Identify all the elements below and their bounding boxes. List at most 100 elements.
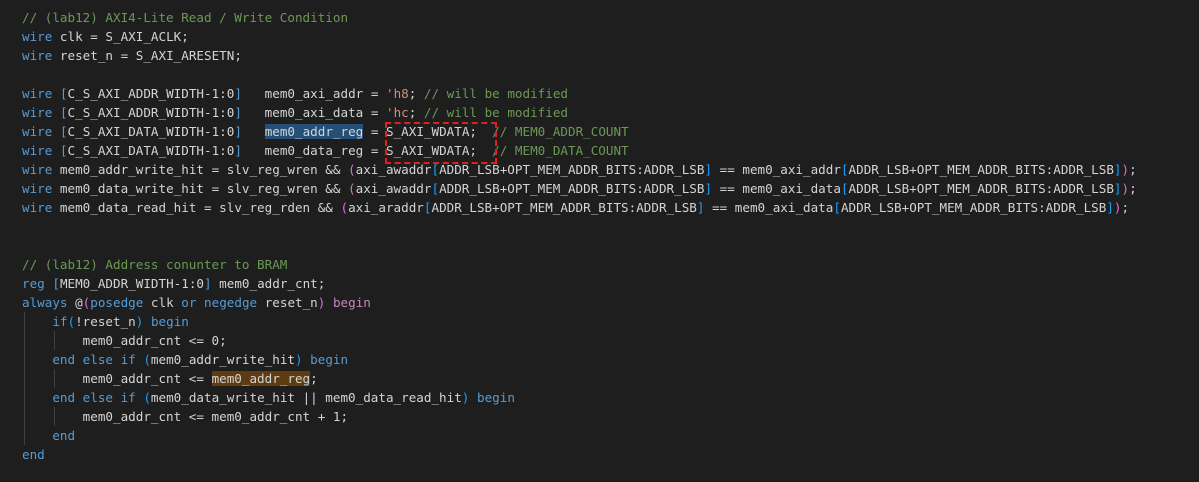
code-token-ident: mem0_addr_write_hit = slv_reg_wren &&	[52, 162, 349, 177]
code-token-ident: mem0_data_write_hit || mem0_data_read_hi…	[150, 390, 462, 405]
code-token-bracket3: (	[67, 314, 76, 329]
code-token-keyword: if	[22, 314, 68, 329]
code-line[interactable]: wire reset_n = S_AXI_ARESETN;	[22, 46, 1199, 65]
code-token-ident	[52, 105, 60, 120]
code-token-ident: C_S_AXI_ADDR_WIDTH-1:0	[67, 105, 235, 120]
code-token-ident: C_S_AXI_DATA_WIDTH-1:0	[67, 124, 235, 139]
code-token-bracket3: [	[431, 162, 440, 177]
code-token-keyword: wire	[22, 200, 53, 215]
code-line[interactable]: end	[22, 445, 1199, 464]
code-token-ident: !reset_n	[75, 314, 136, 329]
code-token-ident	[196, 295, 204, 310]
indent-guide	[54, 331, 55, 350]
code-token-keyword: always	[22, 295, 68, 310]
code-line[interactable]: wire [C_S_AXI_DATA_WIDTH-1:0] mem0_addr_…	[22, 122, 1199, 141]
code-token-keyword: negedge	[204, 295, 258, 310]
code-token-ident: ADDR_LSB+OPT_MEM_ADDR_BITS:ADDR_LSB	[431, 200, 697, 215]
code-token-bracket3: [	[840, 162, 849, 177]
code-token-string: 'h8	[386, 86, 409, 101]
code-token-ident: == mem0_axi_data	[704, 200, 834, 215]
code-token-bracket: ]	[234, 86, 242, 101]
code-token-bracket: ]	[234, 143, 242, 158]
code-token-comment: // MEM0_ADDR_COUNT	[492, 124, 629, 139]
code-token-ident	[52, 86, 60, 101]
code-token-ident: mem0_addr_cnt <= mem0_addr_cnt + 1;	[22, 409, 349, 424]
code-line[interactable]: end else if (mem0_addr_write_hit) begin	[22, 350, 1199, 369]
code-token-bracket: [	[52, 276, 60, 291]
code-token-bracket3: ]	[1113, 162, 1122, 177]
code-line[interactable]: reg [MEM0_ADDR_WIDTH-1:0] mem0_addr_cnt;	[22, 274, 1199, 293]
code-line[interactable]: // (lab12) Address conunter to BRAM	[22, 255, 1199, 274]
code-token-bracket3: ]	[1106, 200, 1114, 215]
code-token-keyword: begin	[150, 314, 189, 329]
indent-guide	[24, 407, 25, 426]
code-token-comment: // will be modified	[423, 86, 568, 101]
code-token-keyword: wire	[22, 181, 53, 196]
code-token-ident: mem0_axi_data =	[241, 105, 386, 120]
code-line[interactable]: wire [C_S_AXI_DATA_WIDTH-1:0] mem0_data_…	[22, 141, 1199, 160]
code-line[interactable]: wire clk = S_AXI_ACLK;	[22, 27, 1199, 46]
indent-guide	[24, 388, 25, 407]
code-line[interactable]: wire mem0_addr_write_hit = slv_reg_wren …	[22, 160, 1199, 179]
code-line[interactable]: end else if (mem0_data_write_hit || mem0…	[22, 388, 1199, 407]
code-token-keyword: end else if	[22, 352, 136, 367]
code-token-ident: ;	[408, 105, 424, 120]
code-token-ident: ;	[1129, 181, 1137, 196]
code-token-ident: ADDR_LSB+OPT_MEM_ADDR_BITS:ADDR_LSB	[840, 200, 1107, 215]
code-line[interactable]	[22, 65, 1199, 84]
code-token-bracket3: [	[833, 200, 841, 215]
code-token-keyword: wire	[22, 143, 53, 158]
code-token-bracket3: )	[294, 352, 303, 367]
code-token-keyword: wire	[22, 105, 53, 120]
code-token-ident: C_S_AXI_DATA_WIDTH-1:0	[67, 143, 235, 158]
code-line[interactable]: // (lab12) AXI4-Lite Read / Write Condit…	[22, 8, 1199, 27]
code-editor[interactable]: // (lab12) AXI4-Lite Read / Write Condit…	[22, 8, 1199, 464]
code-token-keyword: reg	[22, 276, 45, 291]
code-token-bracket3: ]	[1113, 181, 1122, 196]
indent-guide	[24, 426, 25, 445]
code-token-ident	[52, 143, 60, 158]
code-token-bracket2: )	[1121, 181, 1130, 196]
code-token-ident: axi_awaddr	[355, 181, 432, 196]
code-token-keyword: begin	[476, 390, 515, 405]
code-token-keyword: end	[22, 428, 76, 443]
code-line[interactable]: wire [C_S_AXI_ADDR_WIDTH-1:0] mem0_axi_a…	[22, 84, 1199, 103]
code-line[interactable]: end	[22, 426, 1199, 445]
code-line[interactable]: always @(posedge clk or negedge reset_n)…	[22, 293, 1199, 312]
code-token-keyword: wire	[22, 162, 53, 177]
code-token-ident: axi_araddr	[348, 200, 424, 215]
indent-guide	[24, 350, 25, 369]
code-line[interactable]: wire mem0_data_read_hit = slv_reg_rden &…	[22, 198, 1199, 217]
code-line[interactable]: wire mem0_data_write_hit = slv_reg_wren …	[22, 179, 1199, 198]
code-token-ident: reset_n	[257, 295, 318, 310]
code-line[interactable]: if(!reset_n) begin	[22, 312, 1199, 331]
code-token-ident: C_S_AXI_ADDR_WIDTH-1:0	[67, 86, 235, 101]
code-token-ident: MEM0_ADDR_WIDTH-1:0	[59, 276, 204, 291]
code-token-ident: reset_n = S_AXI_ARESETN;	[52, 48, 242, 63]
code-line[interactable]: mem0_addr_cnt <= mem0_addr_cnt + 1;	[22, 407, 1199, 426]
code-token-ident: clk = S_AXI_ACLK;	[52, 29, 189, 44]
code-line[interactable]	[22, 217, 1199, 236]
code-token-ident: = S_AXI_WDATA;	[363, 124, 493, 139]
indent-guide	[54, 369, 55, 388]
code-token-comment: // MEM0_DATA_COUNT	[492, 143, 629, 158]
code-line[interactable]	[22, 236, 1199, 255]
code-token-bracket3: ]	[704, 162, 713, 177]
code-token-bracket: ]	[204, 276, 212, 291]
code-token-keyword: wire	[22, 86, 53, 101]
indent-guide	[24, 312, 25, 331]
code-token-hl: mem0_addr_reg	[211, 371, 311, 386]
code-token-ident	[242, 124, 265, 139]
code-token-bracket2: )	[1113, 200, 1122, 215]
code-token-ident: mem0_data_read_hit = slv_reg_rden &&	[52, 200, 341, 215]
code-token-ident: mem0_addr_cnt;	[211, 276, 326, 291]
code-line[interactable]: wire [C_S_AXI_ADDR_WIDTH-1:0] mem0_axi_d…	[22, 103, 1199, 122]
code-token-ident	[325, 295, 333, 310]
code-token-keyword: end	[22, 447, 45, 462]
code-line[interactable]: mem0_addr_cnt <= 0;	[22, 331, 1199, 350]
code-token-ident: ADDR_LSB+OPT_MEM_ADDR_BITS:ADDR_LSB	[439, 162, 705, 177]
code-line[interactable]: mem0_addr_cnt <= mem0_addr_reg;	[22, 369, 1199, 388]
code-token-bracket2: (	[348, 162, 356, 177]
code-token-ident	[143, 314, 151, 329]
code-token-comment: // (lab12) Address conunter to BRAM	[22, 257, 288, 272]
